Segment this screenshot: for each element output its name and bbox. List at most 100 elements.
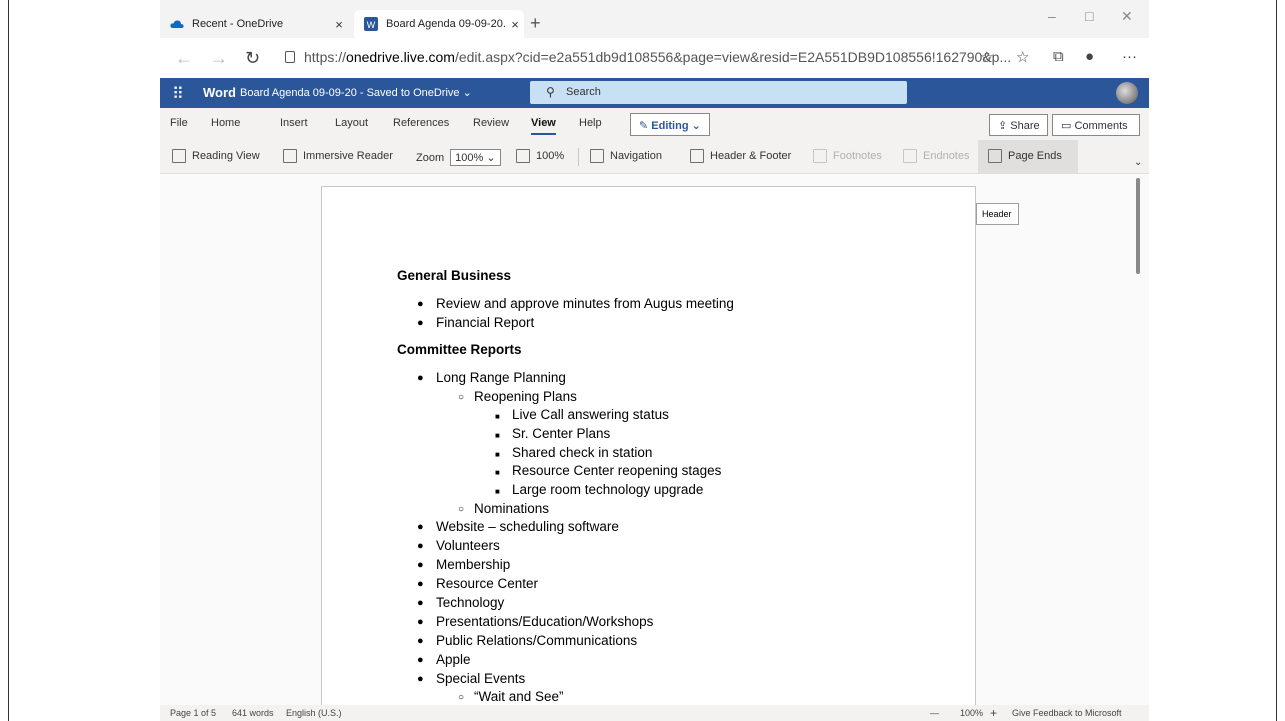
svg-text:W: W [367,20,376,30]
zoom-page-icon [516,149,530,163]
list-item-text: Reopening Plans [474,389,577,404]
url-field[interactable]: https://onedrive.live.com/edit.aspx?cid=… [304,49,1011,65]
navigation-button[interactable]: Navigation [590,149,662,163]
pencil-icon: ✎ [639,120,652,132]
share-icon: ⇪ [998,120,1011,132]
tab-bar: Recent - OneDrive × W Board Agenda 09-09… [160,0,1149,38]
editing-label: Editing ⌄ [651,120,701,132]
search-box[interactable]: ⚲ Search [530,81,907,104]
tab-view[interactable]: View [531,117,556,135]
app-name[interactable]: Word [203,85,236,100]
document-page[interactable]: General Business ● Review and approve min… [321,186,976,721]
list-item: ○ “Wait and See” [458,689,564,704]
forward-icon[interactable]: → [210,48,228,69]
tab-onedrive[interactable]: Recent - OneDrive × [160,10,348,38]
comment-icon: ▭ [1061,120,1075,132]
header-footer-icon [690,149,704,163]
tab-review[interactable]: Review [473,117,509,129]
tab-help[interactable]: Help [579,117,602,129]
separator [578,148,579,166]
share-button[interactable]: ⇪ Share [989,114,1048,136]
header-tooltip[interactable]: Header [976,203,1019,225]
comments-button[interactable]: ▭ Comments [1052,114,1140,136]
vertical-scrollbar[interactable] [1136,178,1140,274]
zoom-100-button[interactable]: 100% [516,149,564,163]
list-item: ○ Reopening Plans [458,389,577,404]
star-icon[interactable]: ☆ [980,48,993,66]
list-item-text: Sr. Center Plans [512,426,611,441]
tab-insert[interactable]: Insert [280,117,308,129]
list-item-text: Public Relations/Communications [436,633,638,648]
header-footer-label: Header & Footer [710,150,792,162]
navigation-label: Navigation [610,150,662,162]
list-item: ○ Nominations [458,501,550,516]
tab-title: Recent - OneDrive [192,18,284,30]
app-launcher-icon[interactable]: ⠿ [172,84,184,104]
footnotes-button[interactable]: Footnotes [813,149,882,163]
word-count[interactable]: 641 words [232,708,274,718]
collections-icon[interactable]: ⧉ [1053,48,1064,65]
list-item-text: Technology [436,595,505,610]
list-item: ■ Large room technology upgrade [495,482,704,497]
immersive-reader-label: Immersive Reader [303,150,393,162]
zoom-level[interactable]: 100% [960,708,983,718]
list-item: ● Technology [417,595,505,610]
endnotes-button[interactable]: Endnotes [903,149,969,163]
list-item: ● Presentations/Education/Workshops [417,614,654,629]
list-item: ● Review and approve minutes from Augus m… [417,296,734,311]
back-icon[interactable]: ← [175,48,193,69]
page-count[interactable]: Page 1 of 5 [170,708,216,718]
word-doc-icon: W [364,17,378,31]
onedrive-cloud-icon [170,20,184,28]
language[interactable]: English (U.S.) [286,708,342,718]
reading-view-icon [172,149,186,163]
favorites-icon[interactable]: ☆ [1016,48,1029,66]
close-window-icon[interactable]: ✕ [1121,8,1133,25]
tab-title: Board Agenda 09-09-20.docx - M [386,18,506,30]
tab-layout[interactable]: Layout [335,117,368,129]
reading-view-button[interactable]: Reading View [172,149,260,163]
more-icon[interactable]: ··· [1122,48,1137,65]
close-tab-icon[interactable]: × [330,17,348,32]
zoom-select[interactable]: 100% ⌄ [450,149,501,166]
feedback-link[interactable]: Give Feedback to Microsoft [1012,708,1122,718]
list-item: ● Long Range Planning [417,370,566,385]
list-item-text: Presentations/Education/Workshops [436,614,654,629]
ribbon-tabs: File Home Insert Layout References Revie… [160,108,1149,140]
maximize-icon[interactable]: □ [1085,8,1093,24]
zoom-control[interactable]: Zoom 100% ⌄ [416,149,501,166]
list-item-text: Special Events [436,671,526,686]
tab-file[interactable]: File [170,117,188,129]
list-item-text: Volunteers [436,538,500,553]
tab-references[interactable]: References [393,117,449,129]
list-item: ■ Sr. Center Plans [495,426,611,441]
list-item: ● Website – scheduling software [417,519,619,534]
list-item: ● Public Relations/Communications [417,633,638,648]
new-tab-button[interactable]: + [530,13,541,34]
ribbon-expand-icon[interactable]: ⌄ [1134,157,1142,168]
share-label: Share [1010,120,1040,132]
document-title[interactable]: Board Agenda 09-09-20 - Saved to OneDriv… [240,86,472,99]
list-item: ● Volunteers [417,538,500,553]
editing-mode-button[interactable]: ✎ Editing ⌄ [630,113,710,136]
zoom-in-button[interactable]: + [990,706,997,720]
minimize-icon[interactable]: – [1048,8,1056,24]
zoom-100-label: 100% [536,150,565,162]
list-item-text: Resource Center reopening stages [512,463,722,478]
page-ends-button[interactable]: Page Ends [978,140,1078,173]
header-footer-button[interactable]: Header & Footer [690,149,791,163]
profile-icon[interactable]: ● [1085,48,1094,65]
immersive-reader-button[interactable]: Immersive Reader [283,149,393,163]
tab-board-agenda[interactable]: W Board Agenda 09-09-20.docx - M × [354,10,524,38]
list-item-text: Resource Center [436,576,539,591]
avatar[interactable] [1116,82,1138,104]
list-item: ● Financial Report [417,315,535,330]
tab-home[interactable]: Home [211,117,240,129]
word-header-bar: ⠿ Word Board Agenda 09-09-20 - Saved to … [160,78,1149,108]
refresh-icon[interactable]: ↻ [245,48,260,69]
list-item-text: Shared check in station [512,445,653,460]
zoom-out-button[interactable]: — [930,708,939,718]
document-canvas: General Business ● Review and approve min… [160,174,1149,721]
close-tab-icon[interactable]: × [506,17,524,32]
address-bar-row: ← → ↻ https://onedrive.live.com/edit.asp… [160,38,1149,78]
